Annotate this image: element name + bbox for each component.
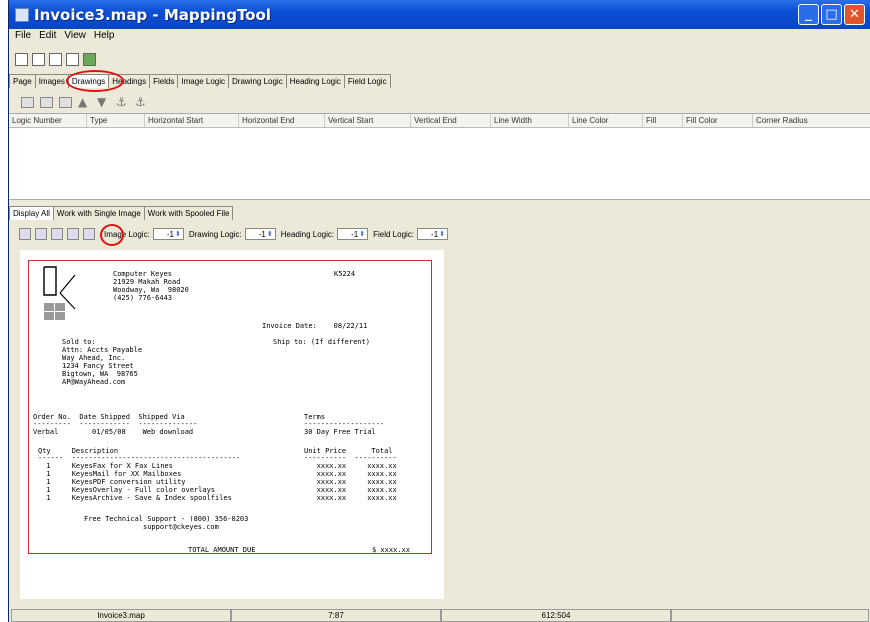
anchor-icon[interactable]: ⚓: [116, 96, 129, 108]
top-tab-bar: Page Images Drawings Headings Fields Ima…: [9, 74, 391, 88]
heading-logic-label: Heading Logic:: [280, 229, 335, 239]
page-alt-icon[interactable]: [67, 228, 79, 240]
spinner-arrows-icon[interactable]: ⬍: [439, 230, 445, 238]
minimize-icon: _: [805, 7, 812, 22]
tab-fields[interactable]: Fields: [149, 74, 179, 88]
sold-to: Sold to: Attn: Accts Payable Way Ahead, …: [62, 338, 143, 386]
price-values: xxxx.xx xxxx.xx xxxx.xx xxxx.xx xxxx.xx …: [316, 462, 397, 502]
terms-dashes: -------------------: [304, 420, 385, 428]
table-icon[interactable]: [59, 96, 72, 108]
price-dashes: ---------- ----------: [304, 454, 397, 462]
anchor-icon[interactable]: [83, 228, 95, 240]
drawing-logic-spinner[interactable]: -1 ⬍: [244, 228, 276, 240]
preview-canvas[interactable]: Computer Keyes 21929 Makah Road Woodway,…: [9, 247, 870, 605]
invoice-page: Computer Keyes 21929 Makah Road Woodway,…: [20, 250, 444, 599]
zoom-in-icon[interactable]: [35, 228, 47, 240]
image-icon[interactable]: [83, 52, 96, 66]
menu-edit[interactable]: Edit: [39, 30, 56, 46]
main-toolbar: [9, 49, 96, 69]
drawing-logic-label: Drawing Logic:: [188, 229, 242, 239]
tab-heading-logic[interactable]: Heading Logic: [285, 74, 345, 88]
move-down-icon[interactable]: ▼: [97, 96, 110, 108]
invoice-number: K5224: [334, 270, 356, 278]
col-vertical-start[interactable]: Vertical Start: [325, 114, 411, 127]
tab-page[interactable]: Page: [9, 74, 36, 88]
window-title: Invoice3.map - MappingTool: [34, 5, 271, 24]
move-up-icon[interactable]: ▲: [78, 96, 91, 108]
new-file-icon[interactable]: [15, 52, 28, 66]
field-logic-label: Field Logic:: [373, 229, 415, 239]
ship-to: Ship to: (If different): [273, 338, 370, 346]
status-coords: 612:504: [441, 609, 671, 622]
spinner-arrows-icon[interactable]: ⬍: [267, 230, 273, 238]
col-corner-radius[interactable]: Corner Radius: [753, 114, 870, 127]
zoom-out-icon[interactable]: [19, 228, 31, 240]
col-horizontal-start[interactable]: Horizontal Start: [145, 114, 239, 127]
image-logic-label: Image Logic:: [104, 229, 150, 239]
maximize-icon: □: [825, 7, 838, 22]
status-bar: Invoice3.map 7:87 612:504: [11, 609, 869, 622]
invoice-date: Invoice Date: 08/22/11: [262, 322, 368, 330]
items-dashes: ------ ---------------------------------…: [38, 454, 241, 462]
col-line-color[interactable]: Line Color: [569, 114, 643, 127]
col-type[interactable]: Type: [87, 114, 145, 127]
tab-drawing-logic[interactable]: Drawing Logic: [228, 74, 287, 88]
display-toolbar: Image Logic: -1 ⬍ Drawing Logic: -1 ⬍ Head…: [9, 225, 449, 243]
spinner-arrows-icon[interactable]: ⬍: [359, 230, 365, 238]
tab-images[interactable]: Images: [34, 74, 69, 88]
minimize-button[interactable]: _: [798, 4, 819, 25]
terms-row: 30 Day Free Trial: [304, 428, 376, 436]
app-window: Invoice3.map - MappingTool _ □ ✕ File Ed…: [8, 0, 870, 622]
app-icon: [15, 7, 29, 22]
save-icon[interactable]: [49, 52, 62, 66]
close-icon: ✕: [849, 7, 860, 22]
split-divider[interactable]: [9, 200, 870, 205]
open-folder-icon[interactable]: [32, 52, 45, 66]
menu-view[interactable]: View: [64, 30, 86, 46]
tab-drawings[interactable]: Drawings: [67, 74, 110, 88]
page-icon[interactable]: [51, 228, 63, 240]
drawing-toolbar: ▲ ▼ ⚓ ⚓: [9, 93, 148, 111]
line-items: 1 KeyesFax for X Fax Lines 1 KeyesMail f…: [46, 462, 232, 502]
save-as-icon[interactable]: [66, 52, 79, 66]
menu-bar: File Edit View Help: [9, 30, 114, 46]
anchor-alt-icon[interactable]: ⚓: [135, 96, 148, 108]
col-line-width[interactable]: Line Width: [491, 114, 569, 127]
menu-file[interactable]: File: [15, 30, 31, 46]
delete-row-icon[interactable]: [40, 96, 53, 108]
col-fill-color[interactable]: Fill Color: [683, 114, 753, 127]
tab-spooled-file[interactable]: Work with Spooled File: [143, 206, 234, 220]
field-logic-spinner[interactable]: -1 ⬍: [417, 228, 449, 240]
total-label: TOTAL AMOUNT DUE: [188, 546, 256, 554]
col-logic-number[interactable]: Logic Number: [9, 114, 87, 127]
spinner-arrows-icon[interactable]: ⬍: [175, 230, 181, 238]
title-bar: Invoice3.map - MappingTool _ □ ✕: [9, 0, 870, 29]
order-row: Verbal 01/05/08 Web download: [33, 428, 194, 436]
col-vertical-end[interactable]: Vertical End: [411, 114, 491, 127]
bottom-tab-bar: Display All Work with Single Image Work …: [9, 206, 234, 220]
tab-image-logic[interactable]: Image Logic: [177, 74, 230, 88]
status-file: Invoice3.map: [11, 609, 231, 622]
menu-help[interactable]: Help: [94, 30, 115, 46]
status-extra: [671, 609, 869, 622]
col-fill[interactable]: Fill: [643, 114, 683, 127]
company-address: Computer Keyes 21929 Makah Road Woodway,…: [113, 270, 189, 302]
close-button[interactable]: ✕: [844, 4, 865, 25]
support-info: Free Technical Support - (800) 356-0203 …: [84, 515, 249, 531]
maximize-button[interactable]: □: [821, 4, 842, 25]
tab-headings[interactable]: Headings: [108, 74, 151, 88]
tab-display-all[interactable]: Display All: [9, 206, 54, 220]
add-row-icon[interactable]: [21, 96, 34, 108]
order-dashes: --------- ------------ --------------: [33, 420, 198, 428]
total-value: $ xxxx.xx: [372, 546, 410, 554]
tab-single-image[interactable]: Work with Single Image: [52, 206, 145, 220]
col-horizontal-end[interactable]: Horizontal End: [239, 114, 325, 127]
table-header: Logic Number Type Horizontal Start Horiz…: [9, 114, 870, 128]
heading-logic-spinner[interactable]: -1 ⬍: [337, 228, 369, 240]
image-logic-spinner[interactable]: -1 ⬍: [152, 228, 184, 240]
tab-field-logic[interactable]: Field Logic: [343, 74, 391, 88]
status-scale: 7:87: [231, 609, 441, 622]
drawings-table[interactable]: Logic Number Type Horizontal Start Horiz…: [9, 113, 870, 200]
company-logo: [43, 266, 76, 320]
